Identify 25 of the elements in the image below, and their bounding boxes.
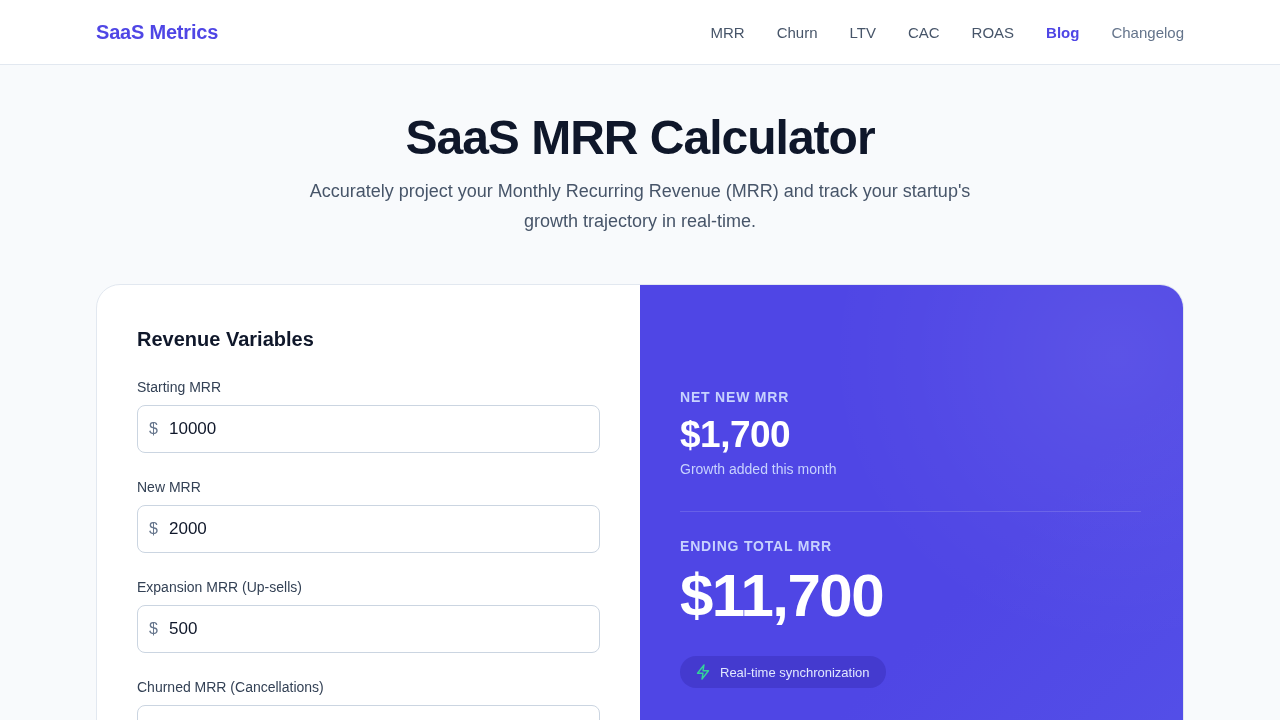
nav-link[interactable]: MRR xyxy=(710,23,745,41)
nav-link[interactable]: ROAS xyxy=(971,23,1015,41)
field-label: New MRR xyxy=(137,478,201,497)
site-logo[interactable]: SaaS Metrics xyxy=(96,20,219,44)
nav-link[interactable]: CAC xyxy=(907,23,940,41)
page-subtitle: Accurately project your Monthly Recurring Revenue (MRR) and track your startup's growth trajectory in real-time. xyxy=(308,180,972,233)
total-value: $11,700 xyxy=(680,564,884,628)
field-label: Expansion MRR (Up-sells) xyxy=(137,578,302,597)
nav-link[interactable]: Churn xyxy=(776,23,818,41)
nav-link[interactable]: LTV xyxy=(849,23,876,41)
metric-label: NET NEW MRR xyxy=(680,388,790,407)
currency-prefix: $ xyxy=(149,419,158,439)
field-label: Churned MRR (Cancellations) xyxy=(137,678,324,697)
currency-prefix: $ xyxy=(149,519,158,539)
metric-value: $1,700 xyxy=(680,413,791,457)
currency-prefix: $ xyxy=(149,619,158,639)
section-title: Revenue Variables xyxy=(137,327,315,352)
metric-label: ENDING TOTAL MRR xyxy=(680,537,833,556)
lightning-bolt-icon xyxy=(696,664,710,680)
field-label: Starting MRR xyxy=(137,378,222,397)
page-title: SaaS MRR Calculator xyxy=(405,110,875,166)
nav-link[interactable]: Blog xyxy=(1046,23,1080,41)
nav-link[interactable]: Changelog xyxy=(1111,23,1184,41)
badge-text: Real-time synchronization xyxy=(720,664,870,680)
metric-caption: Growth added this month xyxy=(680,460,837,479)
